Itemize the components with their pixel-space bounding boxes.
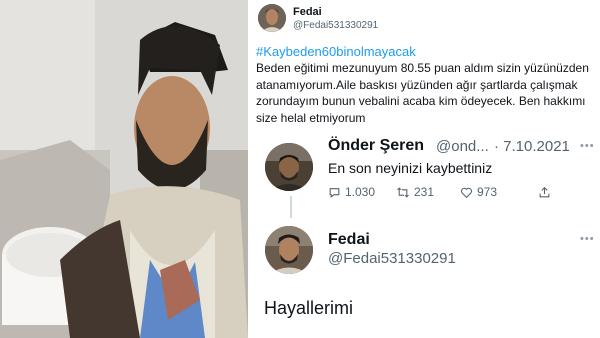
reply-text: En son neyinizi kaybettiniz <box>328 160 493 176</box>
responder-avatar[interactable] <box>265 226 313 274</box>
response-more-icon[interactable]: ••• <box>580 233 595 245</box>
author-avatar[interactable] <box>258 4 286 32</box>
tweet-panel: Fedai @Fedai531330291 #Kaybeden60binolma… <box>248 0 600 338</box>
replier-username[interactable]: @ond... <box>436 138 489 155</box>
responder-username[interactable]: @Fedai531330291 <box>328 250 456 267</box>
author-display-name[interactable]: Fedai <box>293 6 322 18</box>
tweet-text: Beden eğitimi mezunuyum 80.55 puan aldım… <box>256 61 589 125</box>
share-icon <box>539 186 550 197</box>
thread-line <box>290 196 292 218</box>
hashtag-link[interactable]: #Kaybeden60binolmayacak <box>256 44 416 59</box>
replier-display-name[interactable]: Önder Şeren <box>328 137 424 155</box>
replier-avatar[interactable] <box>265 143 313 191</box>
reply-count: 1.030 <box>345 185 376 199</box>
heart-icon <box>460 187 473 198</box>
like-action[interactable]: 973 <box>460 184 497 200</box>
author-username[interactable]: @Fedai531330291 <box>293 20 378 31</box>
retweet-icon <box>397 186 409 198</box>
retweet-count: 231 <box>414 185 435 199</box>
reply-date[interactable]: · 7.10.2021 <box>494 138 570 155</box>
reply-icon <box>329 187 340 198</box>
like-count: 973 <box>477 185 498 199</box>
responder-display-name[interactable]: Fedai <box>328 231 370 249</box>
reply-action[interactable]: 1.030 <box>328 184 375 200</box>
profile-photo <box>0 0 248 338</box>
more-icon[interactable]: ••• <box>580 140 595 152</box>
response-text: Hayallerimi <box>264 298 354 318</box>
share-action[interactable] <box>538 184 555 200</box>
retweet-action[interactable]: 231 <box>396 184 434 200</box>
